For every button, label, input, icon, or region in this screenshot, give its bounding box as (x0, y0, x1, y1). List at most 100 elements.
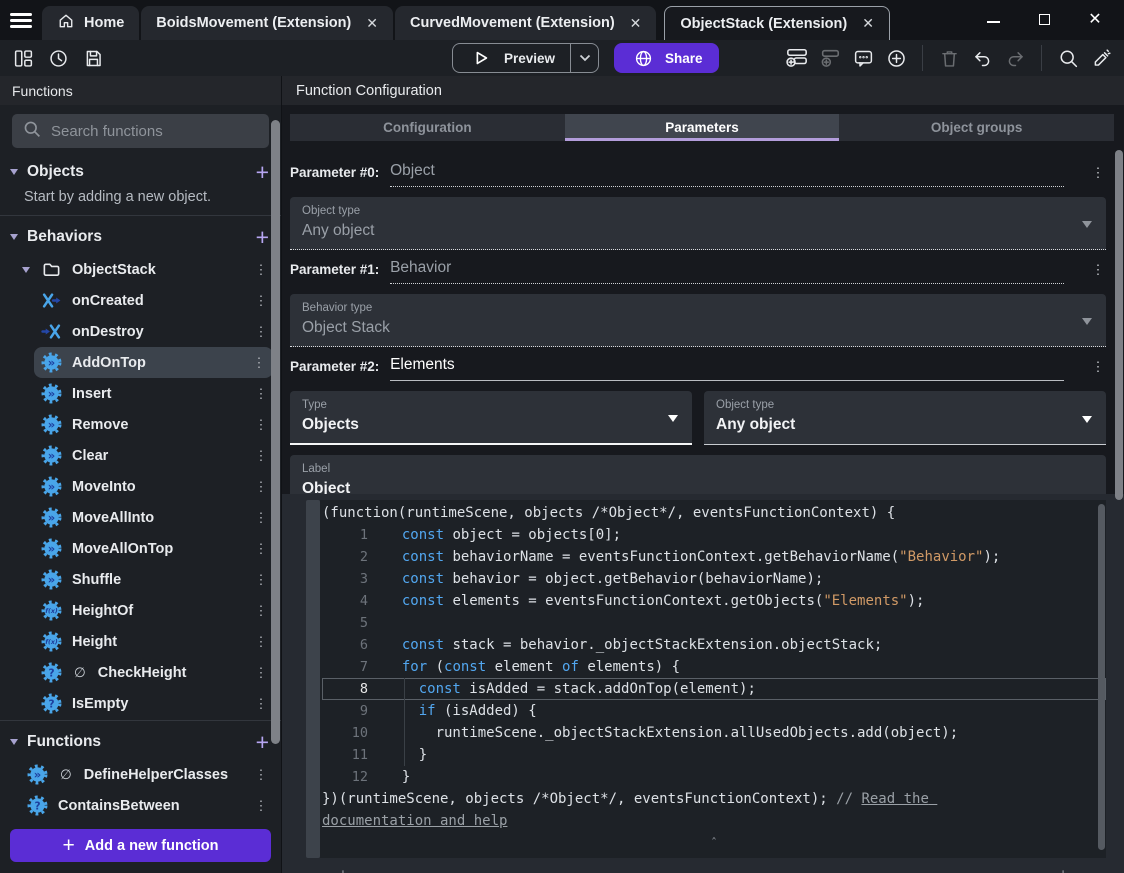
svg-text:»: » (47, 386, 54, 400)
undo-icon[interactable] (969, 45, 995, 71)
field-label: Behavior type (302, 302, 373, 314)
minimize-button[interactable] (987, 15, 1000, 23)
parameter-name-input[interactable]: Object (390, 162, 1064, 187)
sidebar-item-moveinto[interactable]: » MoveInto ⋮ (0, 471, 281, 502)
sidebar-item-clear[interactable]: » Clear ⋮ (0, 440, 281, 471)
parameters-scrollbar[interactable] (1115, 150, 1123, 500)
sidebar-item-label: DefineHelperClasses (83, 766, 229, 783)
search-icon[interactable] (1055, 45, 1081, 71)
item-menu-button[interactable]: ⋮ (253, 386, 269, 402)
tab-boidsmovement-extension[interactable]: BoidsMovement (Extension) ✕ (141, 6, 393, 40)
chevron-down-icon[interactable] (10, 234, 18, 240)
preview-button-label: Preview (504, 50, 556, 66)
field-type[interactable]: Type Objects (290, 391, 692, 445)
field-label[interactable]: Label Object (290, 455, 1106, 494)
config-tab-configuration[interactable]: Configuration (290, 114, 565, 141)
line-number: 5 (359, 615, 368, 631)
field-object-type[interactable]: Object type Any object (290, 197, 1106, 250)
parameter-name-input[interactable]: Behavior (390, 259, 1064, 284)
item-menu-button[interactable]: ⋮ (253, 798, 269, 814)
item-menu-button[interactable]: ⋮ (253, 572, 269, 588)
chevron-down-icon[interactable] (22, 266, 30, 273)
item-menu-button[interactable]: ⋮ (253, 634, 269, 650)
parameter-menu-button[interactable]: ⋮ (1090, 359, 1106, 381)
item-menu-button[interactable]: ⋮ (253, 541, 269, 557)
chevron-down-icon[interactable] (10, 169, 18, 175)
share-button[interactable]: Share (614, 43, 719, 73)
add-free-function-button[interactable]: + (256, 731, 269, 754)
sidebar-item-insert[interactable]: » Insert ⋮ (0, 378, 281, 409)
line-number: 8 (359, 681, 368, 697)
item-menu-button[interactable]: ⋮ (253, 510, 269, 526)
config-tab-parameters[interactable]: Parameters (564, 114, 840, 141)
close-tab-icon[interactable]: ✕ (366, 15, 378, 32)
close-window-button[interactable]: ✕ (1088, 11, 1102, 28)
item-menu-button[interactable]: ⋮ (253, 448, 269, 464)
item-menu-button[interactable]: ⋮ (253, 417, 269, 433)
add-button-partial[interactable]: + (1058, 865, 1068, 873)
sidebar-item-height[interactable]: f(x) Height ⋮ (0, 626, 281, 657)
code-scrollbar[interactable] (1098, 504, 1105, 850)
add-comment-icon[interactable] (850, 45, 876, 71)
add-new-function-button[interactable]: + Add a new function (10, 829, 271, 862)
sidebar-item-containsbetween[interactable]: ? ContainsBetween ⋮ (0, 790, 281, 821)
parameter-menu-button[interactable]: ⋮ (1090, 262, 1106, 284)
field-behavior-type[interactable]: Behavior type Object Stack (290, 294, 1106, 347)
item-menu-button[interactable]: ⋮ (253, 293, 269, 309)
sidebar-item-oncreated[interactable]: onCreated ⋮ (0, 285, 281, 316)
field-object-type[interactable]: Object type Any object (704, 391, 1106, 445)
edit-magic-icon[interactable] (1088, 45, 1114, 71)
parameter-name-input[interactable]: Elements (390, 356, 1064, 381)
project-manager-icon[interactable] (10, 45, 36, 71)
parameter-menu-button[interactable]: ⋮ (1090, 165, 1106, 187)
add-button-partial[interactable]: + (338, 865, 348, 873)
sidebar-item-ondestroy[interactable]: onDestroy ⋮ (0, 316, 281, 347)
code-line-8: 8 const isAdded = stack.addOnTop(element… (322, 678, 1106, 700)
item-menu-button[interactable]: ⋮ (253, 262, 269, 278)
search-functions-box[interactable] (12, 114, 269, 148)
line-number: 7 (359, 659, 368, 675)
add-circle-icon[interactable] (883, 45, 909, 71)
preview-button[interactable]: Preview (452, 43, 600, 73)
collapse-caret-icon[interactable]: ˆ (322, 832, 1106, 850)
item-menu-button[interactable]: ⋮ (253, 324, 269, 340)
preview-options-button[interactable] (570, 44, 598, 72)
add-event-icon[interactable] (784, 45, 810, 71)
sidebar-item-checkheight[interactable]: ? ∅ CheckHeight ⋮ (0, 657, 281, 688)
sidebar-item-shuffle[interactable]: » Shuffle ⋮ (0, 564, 281, 595)
line-number: 6 (359, 637, 368, 653)
sidebar-item-heightof[interactable]: f(x) HeightOf ⋮ (0, 595, 281, 626)
save-icon[interactable] (80, 45, 106, 71)
add-object-button[interactable]: + (256, 161, 269, 184)
item-menu-button[interactable]: ⋮ (253, 767, 269, 783)
sidebar-item-moveallontop[interactable]: » MoveAllOnTop ⋮ (0, 533, 281, 564)
close-tab-icon[interactable]: ✕ (630, 15, 642, 32)
sidebar-item-label: AddOnTop (72, 354, 146, 371)
chevron-down-icon[interactable] (10, 739, 18, 745)
sidebar-item-moveallinto[interactable]: » MoveAllInto ⋮ (0, 502, 281, 533)
item-menu-button[interactable]: ⋮ (253, 479, 269, 495)
maximize-button[interactable] (1038, 13, 1050, 25)
main-menu-button[interactable] (0, 0, 42, 40)
tab-home[interactable]: Home (42, 6, 140, 40)
javascript-code-editor[interactable]: (function(runtimeScene, objects /*Object… (320, 500, 1106, 858)
sidebar-scrollbar[interactable] (271, 120, 280, 744)
trash-icon (936, 45, 962, 71)
event-drag-handle[interactable] (306, 500, 320, 858)
tab-objectstack-extension[interactable]: ObjectStack (Extension) ✕ (664, 6, 890, 40)
item-menu-button[interactable]: ⋮ (253, 696, 269, 712)
add-behavior-button[interactable]: + (256, 226, 269, 249)
config-tab-object-groups[interactable]: Object groups (839, 114, 1114, 141)
item-menu-button[interactable]: ⋮ (253, 665, 269, 681)
item-menu-button[interactable]: ⋮ (253, 603, 269, 619)
search-functions-input[interactable] (51, 122, 241, 140)
close-tab-icon[interactable]: ✕ (862, 15, 874, 32)
tab-curvedmovement-extension[interactable]: CurvedMovement (Extension) ✕ (395, 6, 657, 40)
sidebar-item-isempty[interactable]: ? IsEmpty ⋮ (0, 688, 281, 719)
sidebar-item-addontop[interactable]: » AddOnTop ⋮ (34, 347, 273, 378)
history-icon[interactable] (45, 45, 71, 71)
sidebar-item-remove[interactable]: » Remove ⋮ (0, 409, 281, 440)
sidebar-item-definehelperclasses[interactable]: » ∅ DefineHelperClasses ⋮ (0, 759, 281, 790)
behavior-group-objectstack[interactable]: ObjectStack ⋮ (0, 254, 281, 285)
item-menu-button[interactable]: ⋮ (251, 355, 267, 371)
